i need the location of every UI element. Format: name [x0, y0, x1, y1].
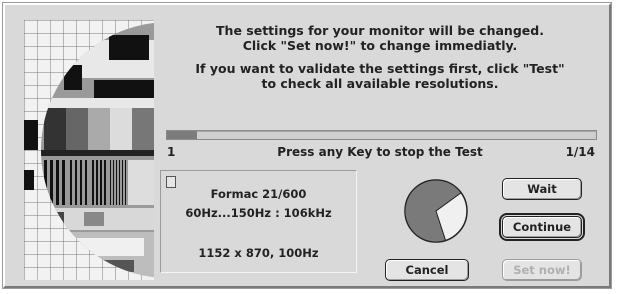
cancel-button[interactable]: Cancel	[385, 259, 469, 281]
set-now-button[interactable]: Set now!	[502, 259, 582, 281]
countdown-pie-icon	[404, 179, 468, 243]
test-progress-fill	[167, 131, 198, 139]
wait-button[interactable]: Wait	[502, 178, 582, 200]
monitor-name: Formac 21/600	[210, 187, 307, 201]
test-progress-bar	[166, 130, 597, 140]
message-line-1: The settings for your monitor will be ch…	[216, 23, 544, 38]
continue-button[interactable]: Continue	[499, 213, 585, 241]
message-top: The settings for your monitor will be ch…	[160, 23, 600, 53]
monitor-resolution: 1152 x 870, 100Hz	[198, 246, 319, 260]
message-line-3: If you want to validate the settings fir…	[195, 61, 565, 76]
progress-instruction: Press any Key to stop the Test	[277, 145, 483, 159]
monitor-test-dialog: The settings for your monitor will be ch…	[3, 3, 611, 288]
monitor-info-panel: Formac 21/600 60Hz...150Hz : 106kHz 1152…	[160, 170, 357, 273]
progress-count: 1/14	[565, 145, 595, 159]
message-bottom: If you want to validate the settings fir…	[160, 61, 600, 91]
progress-start-label: 1	[167, 145, 176, 159]
test-pattern-image	[24, 20, 154, 280]
message-line-2: Click "Set now!" to change immediatly.	[242, 38, 518, 53]
message-line-4: to check all available resolutions.	[261, 76, 499, 91]
monitor-frequency-range: 60Hz...150Hz : 106kHz	[185, 206, 332, 220]
